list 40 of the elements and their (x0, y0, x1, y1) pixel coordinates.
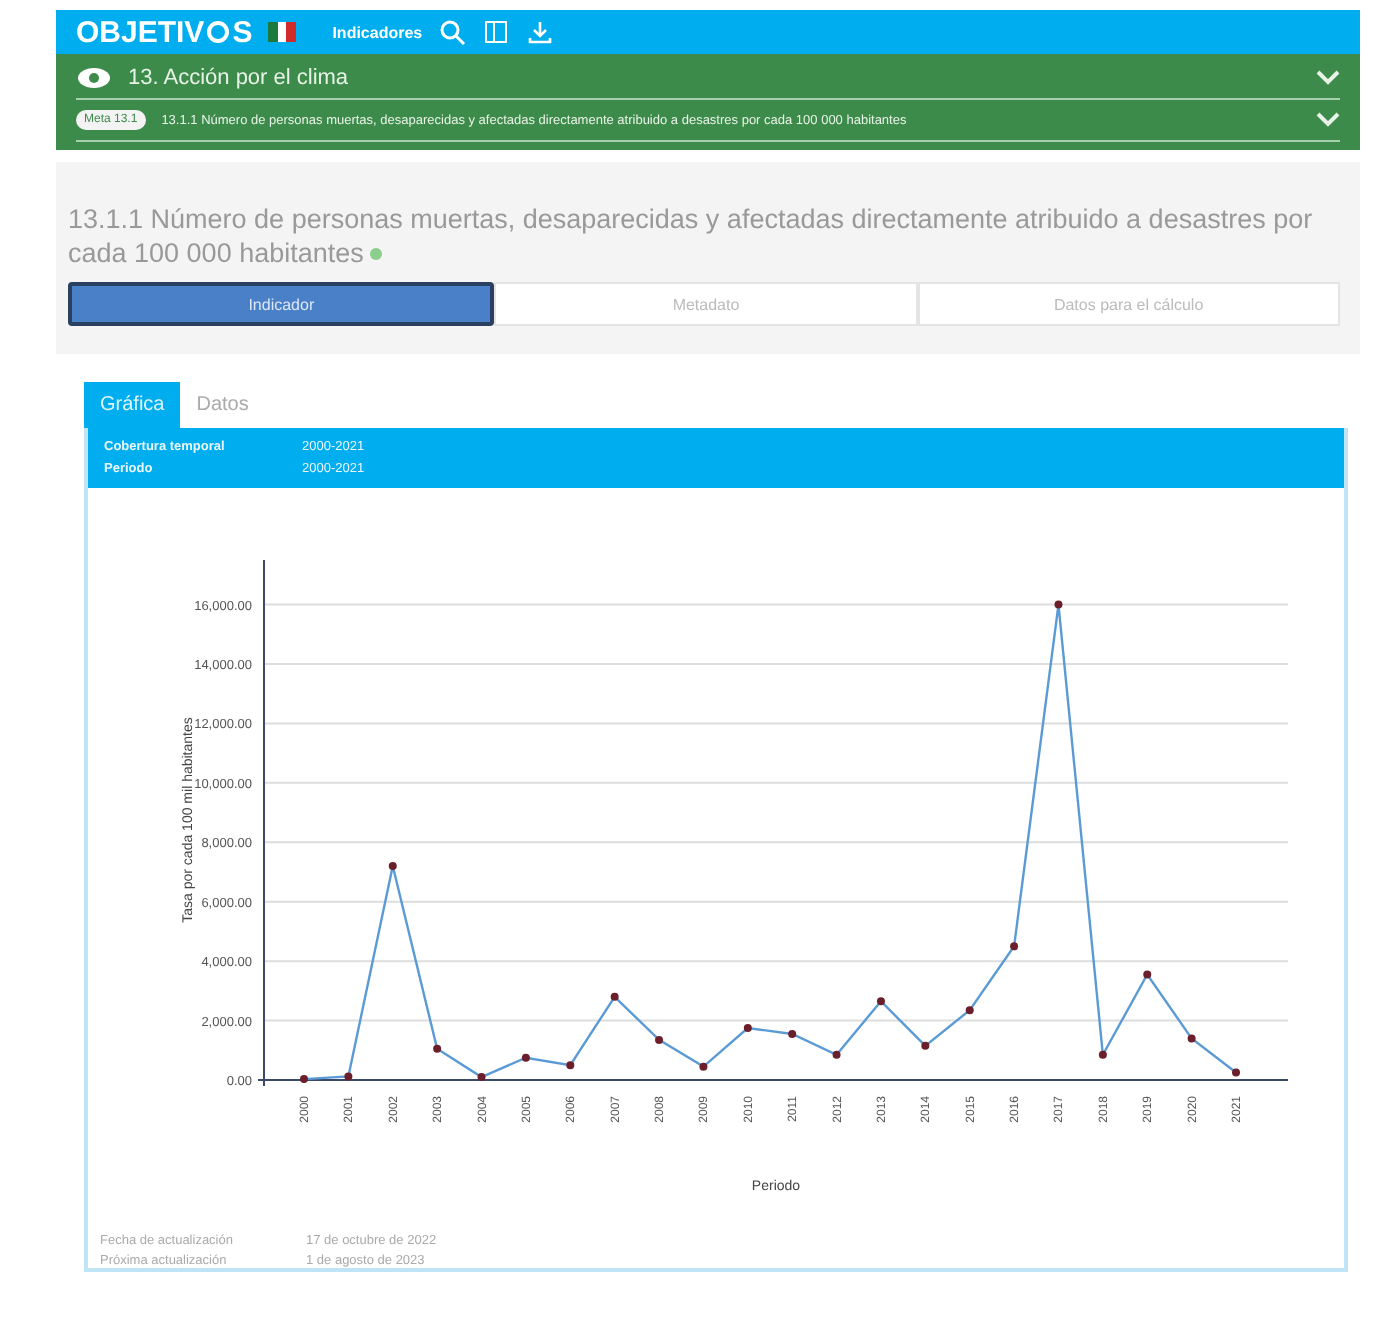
target-icon (206, 20, 231, 44)
logo-text: OBJETIV (76, 15, 205, 49)
data-point (433, 1044, 442, 1053)
chevron-icon[interactable] (1316, 112, 1340, 128)
indicator-title: 13.1.1 Número de personas muertas, desaparecidas y afectadas directamente atribuido a desastres por cada 100 000 habitantes (68, 202, 1315, 270)
layout-icon[interactable] (482, 18, 511, 46)
data-point (1098, 1050, 1107, 1059)
data-point (832, 1050, 841, 1059)
data-point (1187, 1034, 1196, 1043)
tab[interactable]: Datos para el cálculo (917, 282, 1340, 326)
data-point (876, 997, 885, 1006)
tab[interactable]: Metadato (494, 282, 918, 326)
data-point (388, 862, 397, 871)
data-point (655, 1035, 664, 1044)
flag-icon (268, 22, 297, 42)
logo-text: S (232, 15, 253, 49)
eye-icon (76, 64, 112, 92)
data-point (965, 1006, 974, 1015)
data-point (788, 1029, 797, 1038)
data-point (521, 1053, 530, 1062)
data-point (1054, 600, 1063, 609)
tab[interactable]: Datos (180, 382, 265, 428)
download-icon[interactable] (526, 18, 555, 46)
chevron-icon[interactable] (1316, 70, 1340, 86)
search-icon[interactable] (438, 18, 467, 46)
data-point (566, 1061, 575, 1070)
data-point (344, 1072, 353, 1081)
data-point (743, 1024, 752, 1032)
data-point (300, 1075, 308, 1084)
data-point (1010, 942, 1019, 951)
data-point (610, 992, 619, 1001)
data-point (477, 1073, 486, 1082)
data-point (1232, 1068, 1240, 1077)
tab[interactable]: Gráfica (84, 382, 181, 428)
tab[interactable]: Indicador (68, 282, 495, 326)
nav-link[interactable]: Indicadores (332, 23, 423, 41)
data-point (1143, 970, 1152, 979)
goal-title: 13. Acción por el clima (128, 66, 351, 90)
data-point (921, 1041, 930, 1050)
data-point (699, 1062, 708, 1071)
